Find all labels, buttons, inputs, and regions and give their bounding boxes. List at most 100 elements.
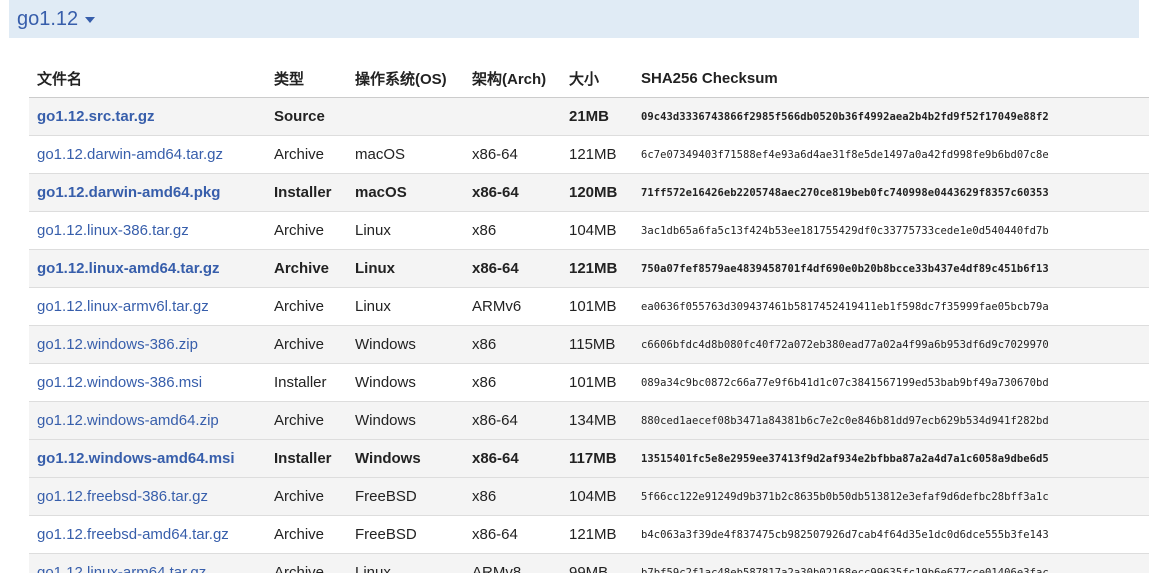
os-cell: Windows [347, 325, 464, 364]
file-cell: go1.12.linux-386.tar.gz [29, 211, 266, 250]
file-cell: go1.12.windows-amd64.zip [29, 401, 266, 440]
table-row: go1.12.linux-386.tar.gz Archive Linux x86 10… [29, 211, 1149, 250]
size-cell: 101MB [561, 363, 633, 402]
arch-cell: x86-64 [464, 515, 561, 554]
arch-cell: x86 [464, 325, 561, 364]
arch-cell: x86-64 [464, 135, 561, 174]
table-row: go1.12.windows-amd64.zip Archive Windows x8… [29, 401, 1149, 440]
file-cell: go1.12.windows-386.zip [29, 325, 266, 364]
download-link[interactable]: go1.12.linux-amd64.tar.gz [37, 260, 220, 277]
download-link[interactable]: go1.12.src.tar.gz [37, 108, 155, 125]
os-cell: Linux [347, 211, 464, 250]
arch-cell: x86 [464, 211, 561, 250]
kind-cell: Installer [266, 363, 347, 402]
file-cell: go1.12.linux-arm64.tar.gz [29, 553, 266, 573]
file-cell: go1.12.darwin-amd64.tar.gz [29, 135, 266, 174]
download-link[interactable]: go1.12.windows-amd64.zip [37, 412, 219, 429]
file-cell: go1.12.windows-386.msi [29, 363, 266, 402]
checksum-cell: 880ced1aecef08b3471a84381b6c7e2c0e846b81… [633, 401, 1149, 440]
downloads-page: go1.12 文件名 类型 操作系统(OS) 架构(Arch) 大小 SHA25… [0, 0, 1149, 573]
arch-cell [464, 97, 561, 136]
size-cell: 120MB [561, 173, 633, 212]
arch-cell: x86-64 [464, 439, 561, 478]
os-cell: macOS [347, 173, 464, 212]
checksum-cell: b7bf59c2f1ac48eb587817a2a30b02168ecc9963… [633, 553, 1149, 573]
table-row: go1.12.windows-amd64.msi Installer Windows… [29, 439, 1149, 478]
download-link[interactable]: go1.12.darwin-amd64.tar.gz [37, 146, 223, 163]
os-cell: Windows [347, 439, 464, 478]
os-cell: Windows [347, 363, 464, 402]
kind-cell: Archive [266, 211, 347, 250]
table-row: go1.12.freebsd-386.tar.gz Archive FreeBSD x… [29, 477, 1149, 516]
kind-cell: Archive [266, 249, 347, 288]
kind-cell: Archive [266, 325, 347, 364]
version-label: go1.12 [17, 7, 79, 30]
table-row: go1.12.freebsd-amd64.tar.gz Archive FreeBS… [29, 515, 1149, 554]
header-arch: 架构(Arch) [464, 60, 561, 98]
table-row: go1.12.windows-386.zip Archive Windows x86 1… [29, 325, 1149, 364]
size-cell: 134MB [561, 401, 633, 440]
download-link[interactable]: go1.12.linux-armv6l.tar.gz [37, 298, 209, 315]
download-link[interactable]: go1.12.windows-386.zip [37, 336, 198, 353]
size-cell: 117MB [561, 439, 633, 478]
header-file: 文件名 [29, 60, 266, 98]
download-link[interactable]: go1.12.windows-amd64.msi [37, 450, 235, 467]
download-link[interactable]: go1.12.windows-386.msi [37, 374, 202, 391]
arch-cell: x86-64 [464, 173, 561, 212]
checksum-cell: 750a07fef8579ae4839458701f4df690e0b20b8b… [633, 249, 1149, 288]
version-toggle[interactable]: go1.12 [17, 7, 96, 31]
os-cell: macOS [347, 135, 464, 174]
table-row: go1.12.windows-386.msi Installer Windows x8… [29, 363, 1149, 402]
arch-cell: ARMv6 [464, 287, 561, 326]
checksum-cell: 71ff572e16426eb2205748aec270ce819beb0fc7… [633, 173, 1149, 212]
os-cell: FreeBSD [347, 477, 464, 516]
size-cell: 121MB [561, 135, 633, 174]
file-cell: go1.12.windows-amd64.msi [29, 439, 266, 478]
checksum-cell: 09c43d3336743866f2985f566db0520b36f4992a… [633, 97, 1149, 136]
table-row: go1.12.linux-amd64.tar.gz Archive Linux x86… [29, 249, 1149, 288]
os-cell: Windows [347, 401, 464, 440]
size-cell: 121MB [561, 249, 633, 288]
arch-cell: x86-64 [464, 401, 561, 440]
kind-cell: Archive [266, 515, 347, 554]
download-link[interactable]: go1.12.freebsd-amd64.tar.gz [37, 526, 229, 543]
header-os: 操作系统(OS) [347, 60, 464, 98]
arch-cell: x86 [464, 477, 561, 516]
kind-cell: Archive [266, 287, 347, 326]
header-checksum: SHA256 Checksum [633, 60, 1149, 98]
caret-down-icon [85, 17, 96, 23]
file-cell: go1.12.freebsd-386.tar.gz [29, 477, 266, 516]
file-cell: go1.12.darwin-amd64.pkg [29, 173, 266, 212]
downloads-table: 文件名 类型 操作系统(OS) 架构(Arch) 大小 SHA256 Check… [29, 60, 1149, 573]
file-cell: go1.12.linux-armv6l.tar.gz [29, 287, 266, 326]
download-link[interactable]: go1.12.linux-arm64.tar.gz [37, 564, 206, 573]
size-cell: 21MB [561, 97, 633, 136]
download-link[interactable]: go1.12.freebsd-386.tar.gz [37, 488, 208, 505]
download-link[interactable]: go1.12.linux-386.tar.gz [37, 222, 189, 239]
os-cell: FreeBSD [347, 515, 464, 554]
os-cell: Linux [347, 249, 464, 288]
arch-cell: x86 [464, 363, 561, 402]
table-row: go1.12.darwin-amd64.pkg Installer macOS x86… [29, 173, 1149, 212]
kind-cell: Source [266, 97, 347, 136]
checksum-cell: 3ac1db65a6fa5c13f424b53ee181755429df0c33… [633, 211, 1149, 250]
checksum-cell: 089a34c9bc0872c66a77e9f6b41d1c07c3841567… [633, 363, 1149, 402]
table-row: go1.12.src.tar.gz Source 21MB 09c43d3336743… [29, 97, 1149, 136]
checksum-cell: c6606bfdc4d8b080fc40f72a072eb380ead77a02… [633, 325, 1149, 364]
table-row: go1.12.linux-arm64.tar.gz Archive Linux ARM… [29, 553, 1149, 573]
size-cell: 121MB [561, 515, 633, 554]
arch-cell: x86-64 [464, 249, 561, 288]
downloads-table-body: go1.12.src.tar.gz Source 21MB 09c43d3336743… [29, 97, 1149, 573]
os-cell: Linux [347, 287, 464, 326]
arch-cell: ARMv8 [464, 553, 561, 573]
download-link[interactable]: go1.12.darwin-amd64.pkg [37, 184, 220, 201]
kind-cell: Installer [266, 439, 347, 478]
os-cell: Linux [347, 553, 464, 573]
kind-cell: Installer [266, 173, 347, 212]
header-kind: 类型 [266, 60, 347, 98]
file-cell: go1.12.src.tar.gz [29, 97, 266, 136]
checksum-cell: 13515401fc5e8e2959ee37413f9d2af934e2bfbb… [633, 439, 1149, 478]
checksum-cell: ea0636f055763d309437461b5817452419411eb1… [633, 287, 1149, 326]
checksum-cell: b4c063a3f39de4f837475cb982507926d7cab4f6… [633, 515, 1149, 554]
checksum-cell: 5f66cc122e91249d9b371b2c8635b0b50db51381… [633, 477, 1149, 516]
